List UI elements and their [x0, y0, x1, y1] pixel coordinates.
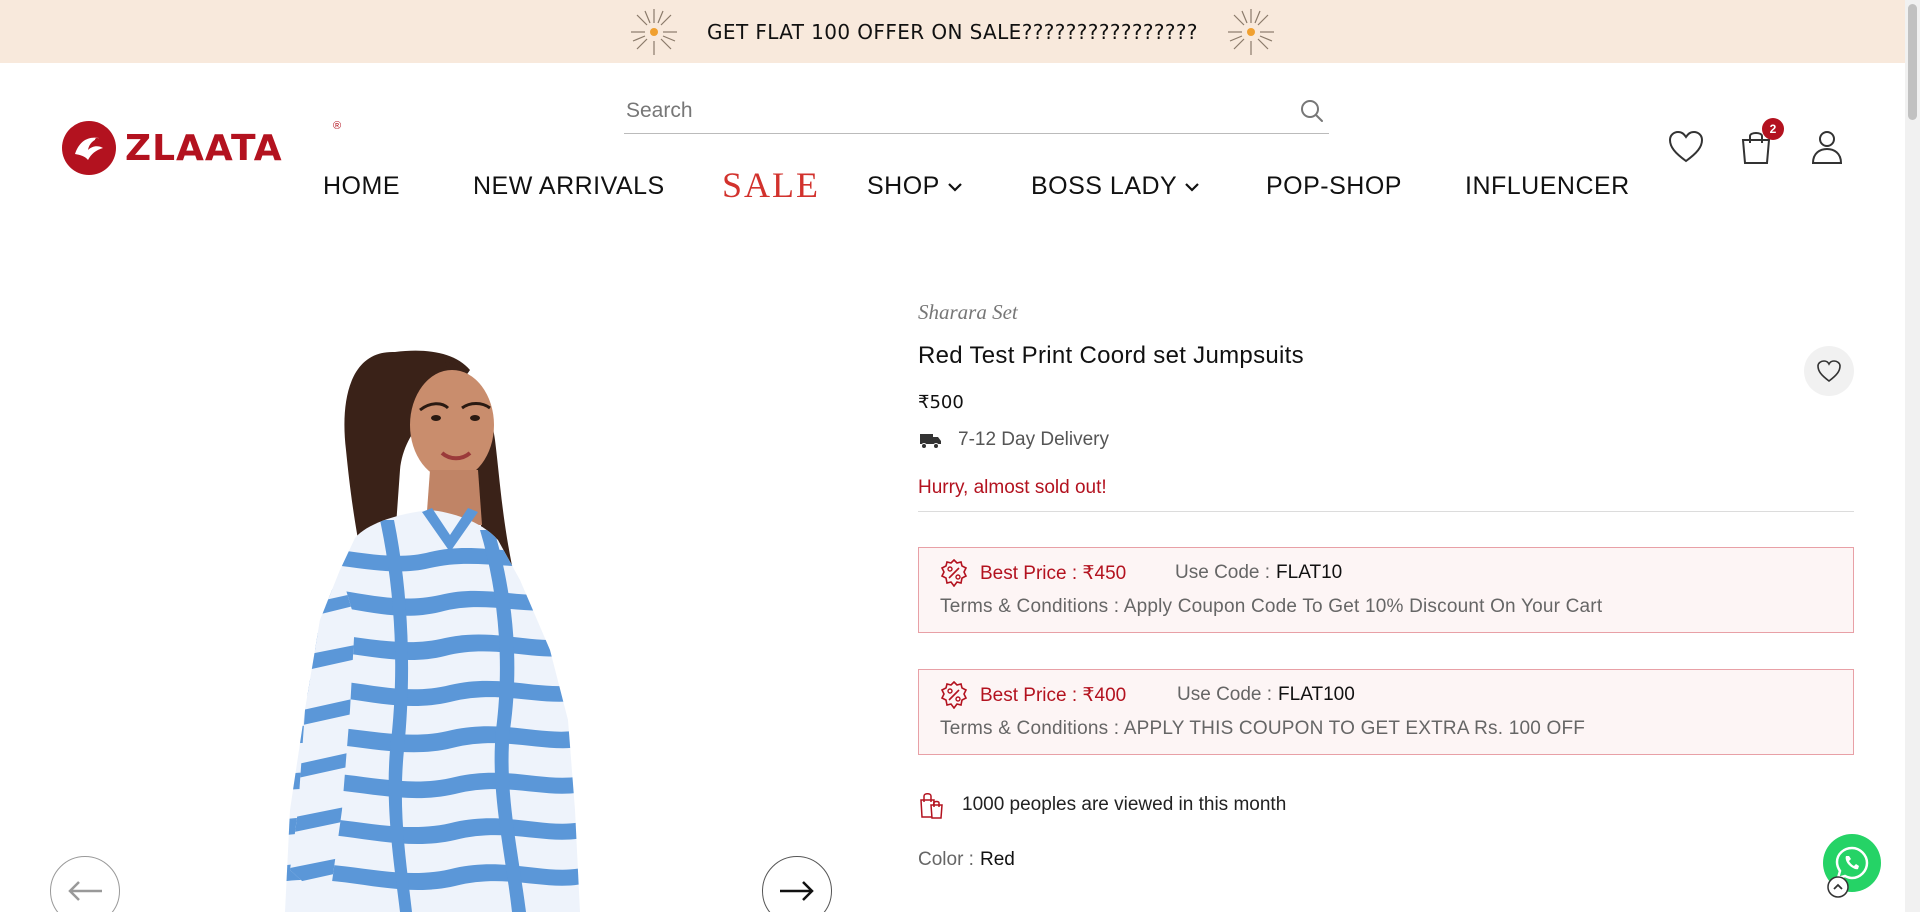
add-to-wishlist-button[interactable] — [1804, 346, 1854, 396]
scrollbar-thumb[interactable] — [1908, 4, 1917, 120]
shopping-bags-icon — [920, 793, 943, 819]
product-gallery — [50, 290, 830, 912]
close-icon[interactable] — [1826, 875, 1850, 899]
offer-best-price: Best Price : ₹450 — [980, 562, 1127, 584]
nav-item-sale[interactable]: SALE — [722, 164, 820, 206]
search-icon[interactable] — [1299, 98, 1325, 124]
registered-mark: ® — [333, 120, 342, 132]
color-label: Color : — [918, 849, 974, 870]
divider — [918, 511, 1854, 512]
views-text: 1000 peoples are viewed in this month — [962, 794, 1287, 815]
nav-item-influencer[interactable]: INFLUENCER — [1465, 172, 1630, 201]
firework-icon — [631, 8, 678, 55]
nav-label: BOSS LADY — [1031, 172, 1178, 200]
search-bar — [624, 89, 1329, 134]
brand-name: ZLAATA — [125, 127, 283, 169]
search-input[interactable] — [624, 91, 1299, 131]
product-details: Sharara Set Red Test Print Coord set Jum… — [918, 300, 1854, 871]
views-info: 1000 peoples are viewed in this month — [918, 791, 1854, 819]
offer-terms: Terms & Conditions : Apply Coupon Code T… — [940, 596, 1603, 617]
offer-card: Best Price : ₹400 Use Code : FLAT100 Ter… — [918, 669, 1854, 755]
nav-item-boss-lady[interactable]: BOSS LADY — [1031, 172, 1201, 201]
cart-count-badge: 2 — [1762, 118, 1784, 140]
offer-use-code-label: Use Code : — [1175, 562, 1271, 583]
brand-logo[interactable]: ZLAATA ® — [61, 120, 341, 176]
announcement-text: GET FLAT 100 OFFER ON SALE??????????????… — [707, 19, 1198, 44]
nav-item-shop[interactable]: SHOP — [867, 172, 964, 201]
offer-code[interactable]: FLAT100 — [1278, 684, 1355, 706]
announcement-bar: GET FLAT 100 OFFER ON SALE??????????????… — [0, 0, 1905, 63]
user-icon[interactable] — [1808, 128, 1846, 166]
offer-terms: Terms & Conditions : APPLY THIS COUPON T… — [940, 718, 1586, 739]
delivery-text: 7-12 Day Delivery — [958, 429, 1109, 450]
discount-badge-icon — [940, 681, 968, 709]
chevron-down-icon — [948, 182, 962, 192]
nav-label: HOME — [323, 172, 400, 200]
nav-label: NEW ARRIVALS — [473, 172, 665, 200]
heart-icon — [1817, 360, 1841, 383]
nav-item-home[interactable]: HOME — [323, 172, 400, 201]
nav-label: INFLUENCER — [1465, 172, 1630, 200]
firework-icon — [1227, 8, 1274, 55]
product-title: Red Test Print Coord set Jumpsuits — [918, 342, 1304, 369]
offer-use-code-label: Use Code : — [1177, 684, 1273, 705]
chevron-down-icon — [1185, 182, 1200, 192]
product-category[interactable]: Sharara Set — [918, 300, 1854, 325]
arrow-left-icon — [68, 881, 102, 901]
color-value: Red — [979, 849, 1015, 870]
nav-label: POP-SHOP — [1266, 172, 1402, 200]
product-image[interactable] — [50, 290, 830, 912]
stock-warning: Hurry, almost sold out! — [918, 477, 1107, 498]
nav-item-new-arrivals[interactable]: NEW ARRIVALS — [473, 172, 665, 201]
offer-card: Best Price : ₹450 Use Code : FLAT10 Term… — [918, 547, 1854, 633]
arrow-right-icon — [780, 881, 814, 901]
product-price: ₹500 — [918, 392, 964, 413]
color-selector-label: Color : Red — [918, 849, 1854, 871]
truck-icon — [920, 434, 941, 449]
heart-icon[interactable] — [1667, 128, 1705, 166]
nav-label: SHOP — [867, 172, 940, 200]
offer-best-price: Best Price : ₹400 — [980, 684, 1127, 706]
delivery-info: 7-12 Day Delivery — [918, 429, 1854, 451]
logo-emblem-icon — [62, 121, 116, 175]
page-scrollbar[interactable] — [1905, 0, 1920, 912]
offer-code[interactable]: FLAT10 — [1276, 562, 1342, 584]
discount-badge-icon — [940, 559, 968, 587]
nav-item-pop-shop[interactable]: POP-SHOP — [1266, 172, 1402, 201]
nav-label: SALE — [722, 165, 820, 205]
